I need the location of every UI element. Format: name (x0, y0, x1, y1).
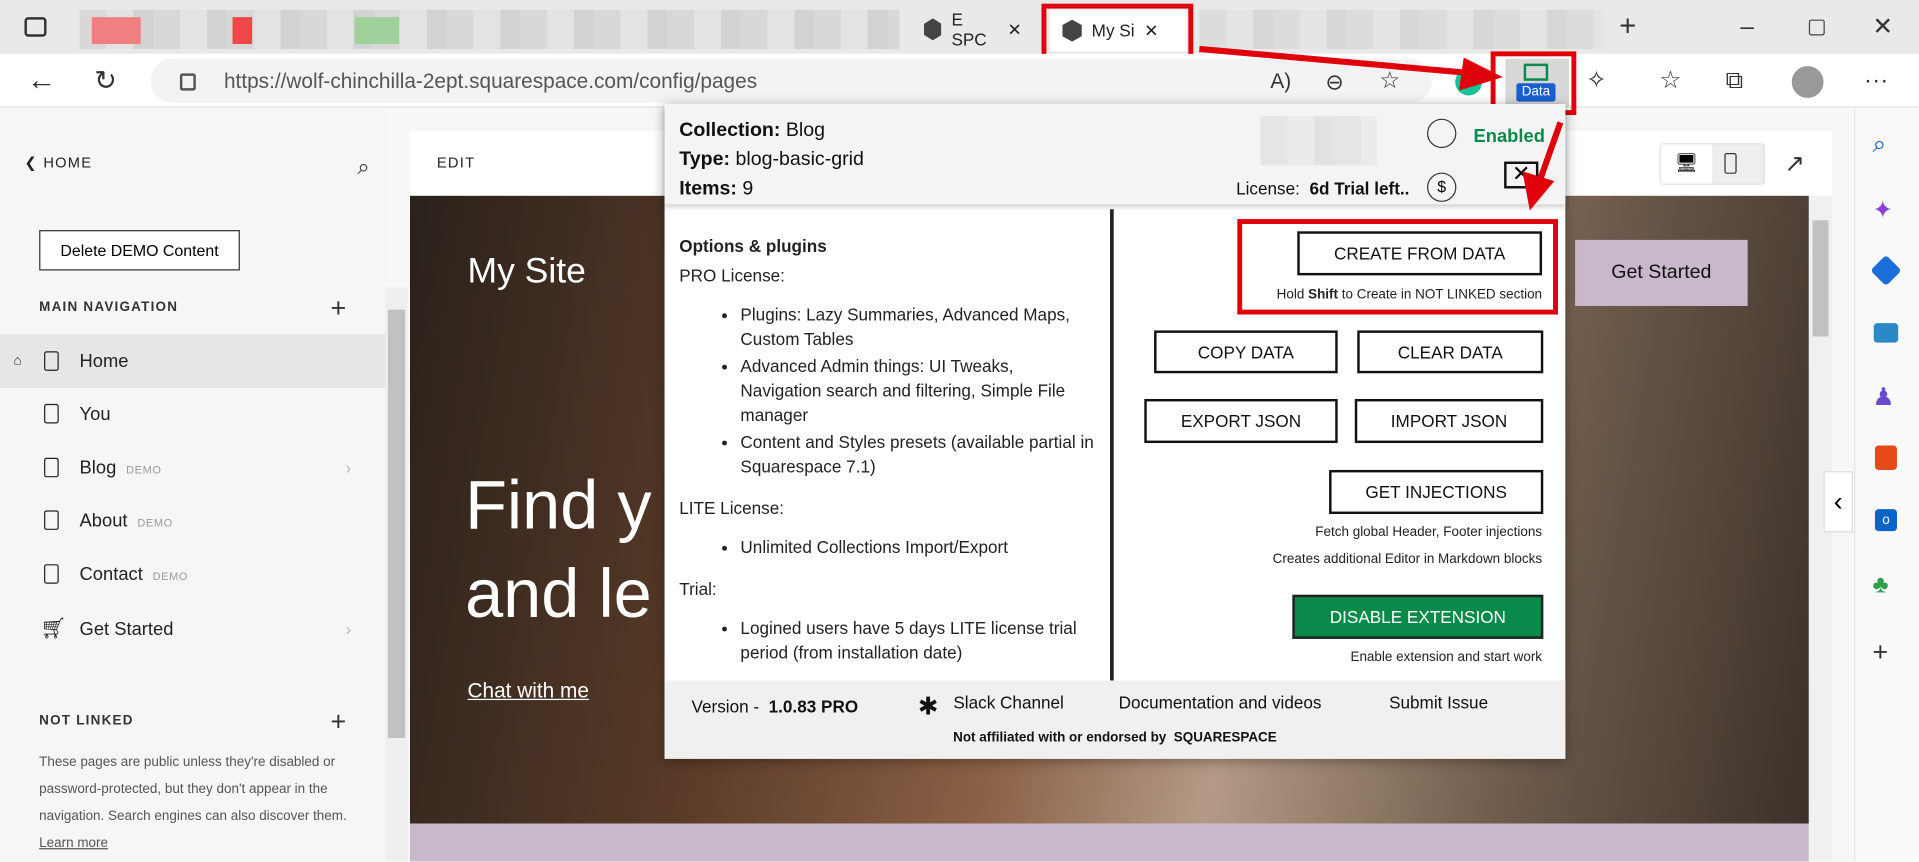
annotation-arrows (1199, 45, 1564, 211)
arrow-head (1458, 57, 1503, 91)
arrow-head (1522, 171, 1555, 211)
arrow-line (1199, 45, 1476, 77)
arrow-line (1536, 121, 1564, 183)
screen: E SPC ✕ My Si ✕ + – ✕ ← ↻ https://wolf-chi… (0, 0, 1919, 862)
